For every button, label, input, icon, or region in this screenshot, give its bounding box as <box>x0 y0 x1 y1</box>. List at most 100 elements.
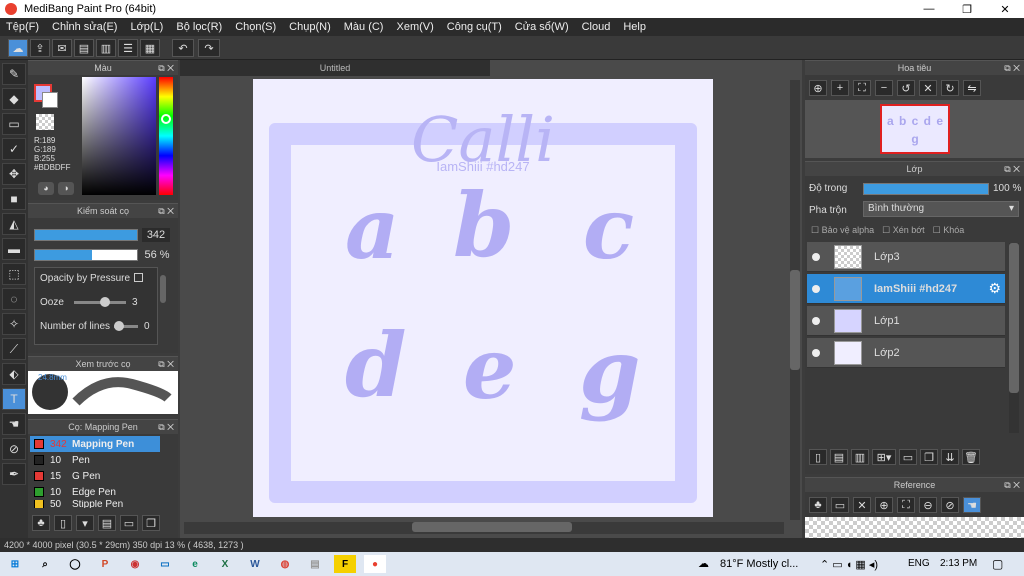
hue-slider[interactable] <box>159 77 173 195</box>
app-f-icon[interactable]: F <box>334 555 356 573</box>
zoom-in-icon[interactable]: ⊕ <box>875 497 893 513</box>
minimize-button[interactable]: — <box>910 0 948 18</box>
hue-handle[interactable] <box>161 114 171 124</box>
close-icon[interactable]: ⧉ ✕ <box>1004 61 1020 76</box>
brush-item[interactable]: 342 Mapping Pen <box>30 436 160 452</box>
zoom-out-icon[interactable]: ⊖ <box>919 497 937 513</box>
menu-window[interactable]: Cửa sổ(W) <box>515 21 569 33</box>
menu-cloud[interactable]: Cloud <box>582 21 611 33</box>
swap-icon[interactable]: ◑ <box>58 182 74 195</box>
layer-scrollbar[interactable] <box>1009 243 1019 433</box>
lines-slider[interactable] <box>114 321 138 331</box>
text-tool-icon[interactable]: T <box>2 388 26 410</box>
close-icon[interactable]: ✕ <box>853 497 871 513</box>
close-icon[interactable]: ⧉ ✕ <box>1004 162 1020 177</box>
zoom-in-icon[interactable]: + <box>831 80 849 96</box>
close-icon[interactable]: ⧉ ✕ <box>158 204 174 219</box>
menu-tools[interactable]: Công cụ(T) <box>447 21 502 33</box>
new-layer-1bit-icon[interactable]: ▥ <box>851 449 869 465</box>
opacity-bar[interactable] <box>34 249 138 261</box>
task-view-icon[interactable]: ◯ <box>64 555 86 573</box>
duplicate-icon[interactable]: ❐ <box>920 449 938 465</box>
gradient-tool-icon[interactable]: ▬ <box>2 238 26 260</box>
close-icon[interactable]: ⧉ ✕ <box>158 357 174 372</box>
comment-icon[interactable]: ✉ <box>52 39 72 57</box>
pen-nib-icon[interactable]: ✒ <box>2 463 26 485</box>
visibility-icon[interactable] <box>812 252 820 261</box>
layer-row[interactable]: Lớp3 <box>807 242 1005 272</box>
protect-alpha-checkbox[interactable]: ☐ Bảo vệ alpha <box>811 225 874 236</box>
eyedropper-icon[interactable]: ⊘ <box>2 438 26 460</box>
restore-button[interactable]: ❐ <box>948 0 986 18</box>
navigator-thumbnail[interactable]: a b c d e g <box>880 104 950 154</box>
lasso-select-icon[interactable]: ◌ <box>2 288 26 310</box>
menu-file[interactable]: Tệp(F) <box>6 21 39 33</box>
rotate-left-icon[interactable]: ↺ <box>897 80 915 96</box>
folder-icon[interactable]: ▭ <box>899 449 917 465</box>
menu-edit[interactable]: Chỉnh sửa(E) <box>52 21 117 33</box>
merge-icon[interactable]: ⇊ <box>941 449 959 465</box>
layer-row-selected[interactable]: IamShiii #hd247 ⚙ <box>807 274 1005 304</box>
menu-help[interactable]: Help <box>623 21 646 33</box>
files-icon[interactable]: ▤ <box>304 555 326 573</box>
reset-icon[interactable]: ✕ <box>919 80 937 96</box>
add-layer-menu-icon[interactable]: ⊞▾ <box>872 449 896 465</box>
select-pen-icon-2[interactable]: ⟋ <box>2 338 26 360</box>
word-icon[interactable]: W <box>244 555 266 573</box>
clock[interactable]: 2:13 PM <box>940 558 977 569</box>
upload-icon[interactable]: ⇪ <box>30 39 50 57</box>
excel-icon[interactable]: X <box>214 555 236 573</box>
select-pen-icon[interactable]: ✓ <box>2 138 26 160</box>
magic-wand-icon[interactable]: ✧ <box>2 313 26 335</box>
blend-mode-select[interactable]: Bình thường ▾ <box>863 201 1019 217</box>
open-icon[interactable]: ▭ <box>831 497 849 513</box>
brush-item[interactable]: 10 Edge Pen <box>30 484 160 500</box>
doc-icon[interactable]: ▤ <box>98 515 116 531</box>
cloud-icon[interactable]: ☁ <box>8 39 28 57</box>
menu-filter[interactable]: Bộ lọc(R) <box>176 21 222 33</box>
scrollbar[interactable] <box>160 275 166 303</box>
tray-icons[interactable]: ⌃ ▭ ◖ ▦ ◂) <box>820 558 878 571</box>
weather-icon[interactable]: ☁ <box>698 557 709 570</box>
menu-snap[interactable]: Chụp(N) <box>289 21 331 33</box>
add-brush-icon[interactable]: ♣ <box>32 515 50 531</box>
menu-layer[interactable]: Lớp(L) <box>130 21 163 33</box>
fit-icon[interactable]: ⛶ <box>897 497 915 513</box>
zoom-icon[interactable]: ⊕ <box>809 80 827 96</box>
close-icon[interactable]: ⧉ ✕ <box>158 61 174 76</box>
folder-icon[interactable]: ▭ <box>120 515 138 531</box>
clipping-checkbox[interactable]: ☐ Xén bớt <box>882 225 925 236</box>
menu-icon[interactable]: ▾ <box>76 515 94 531</box>
new-icon[interactable]: ▯ <box>54 515 72 531</box>
palette-icon[interactable]: ◕ <box>38 182 54 195</box>
powerpoint-icon[interactable]: P <box>94 555 116 573</box>
move-tool-icon[interactable]: ✥ <box>2 163 26 185</box>
menu-color[interactable]: Màu (C) <box>344 21 384 33</box>
menu-view[interactable]: Xem(V) <box>396 21 433 33</box>
language-indicator[interactable]: ENG <box>908 558 930 569</box>
visibility-icon[interactable] <box>812 284 820 293</box>
flip-icon[interactable]: ⇋ <box>963 80 981 96</box>
rect-select-icon[interactable]: ⬚ <box>2 263 26 285</box>
close-icon[interactable]: ⧉ ✕ <box>1004 478 1020 493</box>
drawing-canvas[interactable]: Calli IamShiii #hd247 a b c d e g <box>253 79 713 517</box>
select-eraser-icon[interactable]: ⬖ <box>2 363 26 385</box>
windows-start-icon[interactable]: ⊞ <box>4 555 26 573</box>
opacity-pressure-checkbox[interactable] <box>134 273 143 282</box>
fill-rect-icon[interactable]: ■ <box>2 188 26 210</box>
rect-tool-icon[interactable]: ▭ <box>2 113 26 135</box>
hand-icon[interactable]: ☚ <box>963 497 981 513</box>
search-icon[interactable]: ⌕ <box>34 555 56 573</box>
brush-tool-icon[interactable]: ✎ <box>2 63 26 85</box>
visibility-icon[interactable] <box>812 316 820 325</box>
edge-icon[interactable]: e <box>184 555 206 573</box>
gear-icon[interactable]: ⚙ <box>988 280 1001 297</box>
weather-text[interactable]: 81°F Mostly cl... <box>720 558 798 570</box>
cloud-upload-icon[interactable]: ♣ <box>809 497 827 513</box>
zoom-out-icon[interactable]: − <box>875 80 893 96</box>
ooze-slider[interactable] <box>74 297 126 307</box>
transparent-swatch[interactable] <box>36 114 54 130</box>
layer-row[interactable]: Lớp2 <box>807 338 1005 368</box>
medibang-icon[interactable]: ● <box>364 555 386 573</box>
eyedropper-icon[interactable]: ⊘ <box>941 497 959 513</box>
